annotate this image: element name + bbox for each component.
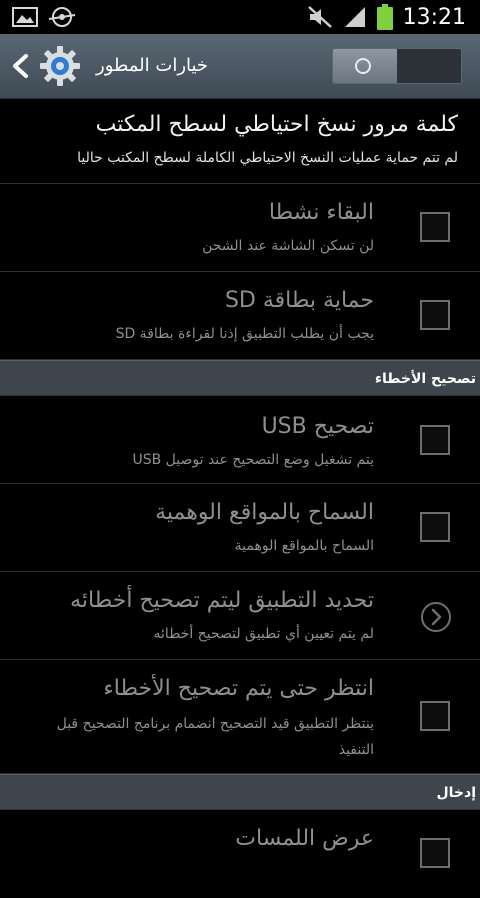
chevron-right-circle-icon[interactable]: [420, 601, 452, 633]
list-item-show-touches[interactable]: عرض اللمسات: [0, 810, 480, 898]
gear-icon[interactable]: [38, 44, 82, 88]
status-bar: 13:21: [0, 0, 480, 34]
item-title: كلمة مرور نسخ احتياطي لسطح المكتب: [95, 112, 458, 137]
item-title: حماية بطاقة SD: [224, 288, 374, 313]
wait-for-debugger-checkbox[interactable]: [420, 701, 450, 731]
item-title: تحديد التطبيق ليتم تصحيح أخطائه: [70, 588, 374, 613]
back-chevron-icon[interactable]: [6, 50, 34, 82]
item-title: تصحيح USB: [261, 414, 374, 439]
gallery-icon: [12, 7, 38, 27]
protect-sd-card-checkbox[interactable]: [420, 300, 450, 330]
mute-icon: [307, 6, 332, 28]
section-header-input: إدخال: [0, 774, 480, 810]
list-item-select-debug-app[interactable]: تحديد التطبيق ليتم تصحيح أخطائه لم يتم ت…: [0, 572, 480, 660]
action-bar: خيارات المطور: [0, 34, 480, 99]
page-title: خيارات المطور: [96, 55, 209, 76]
show-touches-checkbox[interactable]: [420, 838, 450, 868]
location-icon: [48, 7, 76, 27]
toggle-off-icon: [355, 58, 371, 74]
section-label: تصحيح الأخطاء: [374, 371, 476, 387]
battery-icon: [376, 4, 393, 30]
usb-debugging-checkbox[interactable]: [420, 425, 450, 455]
mock-locations-checkbox[interactable]: [420, 512, 450, 542]
list-item-mock-locations[interactable]: السماح بالمواقع الوهمية السماح بالمواقع …: [0, 484, 480, 572]
item-subtitle-line1: ينتظر التطبيق قيد التصحيح انضمام برنامج …: [56, 716, 374, 732]
item-subtitle: السماح بالمواقع الوهمية: [234, 538, 374, 554]
item-subtitle-line2: التنفيذ: [338, 742, 374, 758]
toggle-thumb: [333, 49, 397, 83]
developer-options-toggle[interactable]: [332, 48, 462, 84]
item-subtitle: لم يتم تعيين أي تطبيق لتصحيح أخطائه: [153, 626, 374, 642]
stay-awake-checkbox[interactable]: [420, 212, 450, 242]
settings-list: كلمة مرور نسخ احتياطي لسطح المكتب لم تتم…: [0, 98, 480, 898]
item-subtitle: لم تتم حماية عمليات النسخ الاحتياطي الكا…: [77, 150, 458, 166]
list-item-usb-debugging[interactable]: تصحيح USB يتم تشغيل وضع التصحيح عند توصي…: [0, 396, 480, 484]
item-title: انتظر حتى يتم تصحيح الأخطاء: [103, 676, 374, 701]
item-subtitle: يجب أن يطلب التطبيق إذنا لقراءة بطاقة SD: [115, 326, 374, 342]
item-title: السماح بالمواقع الوهمية: [155, 500, 374, 525]
signal-icon: [344, 7, 365, 27]
item-title: عرض اللمسات: [235, 826, 374, 851]
item-title: البقاء نشطا: [268, 200, 374, 225]
clock: 13:21: [402, 4, 466, 30]
list-item-desktop-backup-password[interactable]: كلمة مرور نسخ احتياطي لسطح المكتب لم تتم…: [0, 98, 480, 184]
item-subtitle: يتم تشغيل وضع التصحيح عند توصيل USB: [132, 452, 374, 468]
item-subtitle: لن تسكن الشاشة عند الشحن: [202, 238, 374, 254]
list-item-protect-sd-card[interactable]: حماية بطاقة SD يجب أن يطلب التطبيق إذنا …: [0, 272, 480, 360]
list-item-stay-awake[interactable]: البقاء نشطا لن تسكن الشاشة عند الشحن: [0, 184, 480, 272]
list-item-wait-for-debugger[interactable]: انتظر حتى يتم تصحيح الأخطاء ينتظر التطبي…: [0, 660, 480, 774]
section-label: إدخال: [436, 785, 476, 801]
section-header-debugging: تصحيح الأخطاء: [0, 360, 480, 396]
